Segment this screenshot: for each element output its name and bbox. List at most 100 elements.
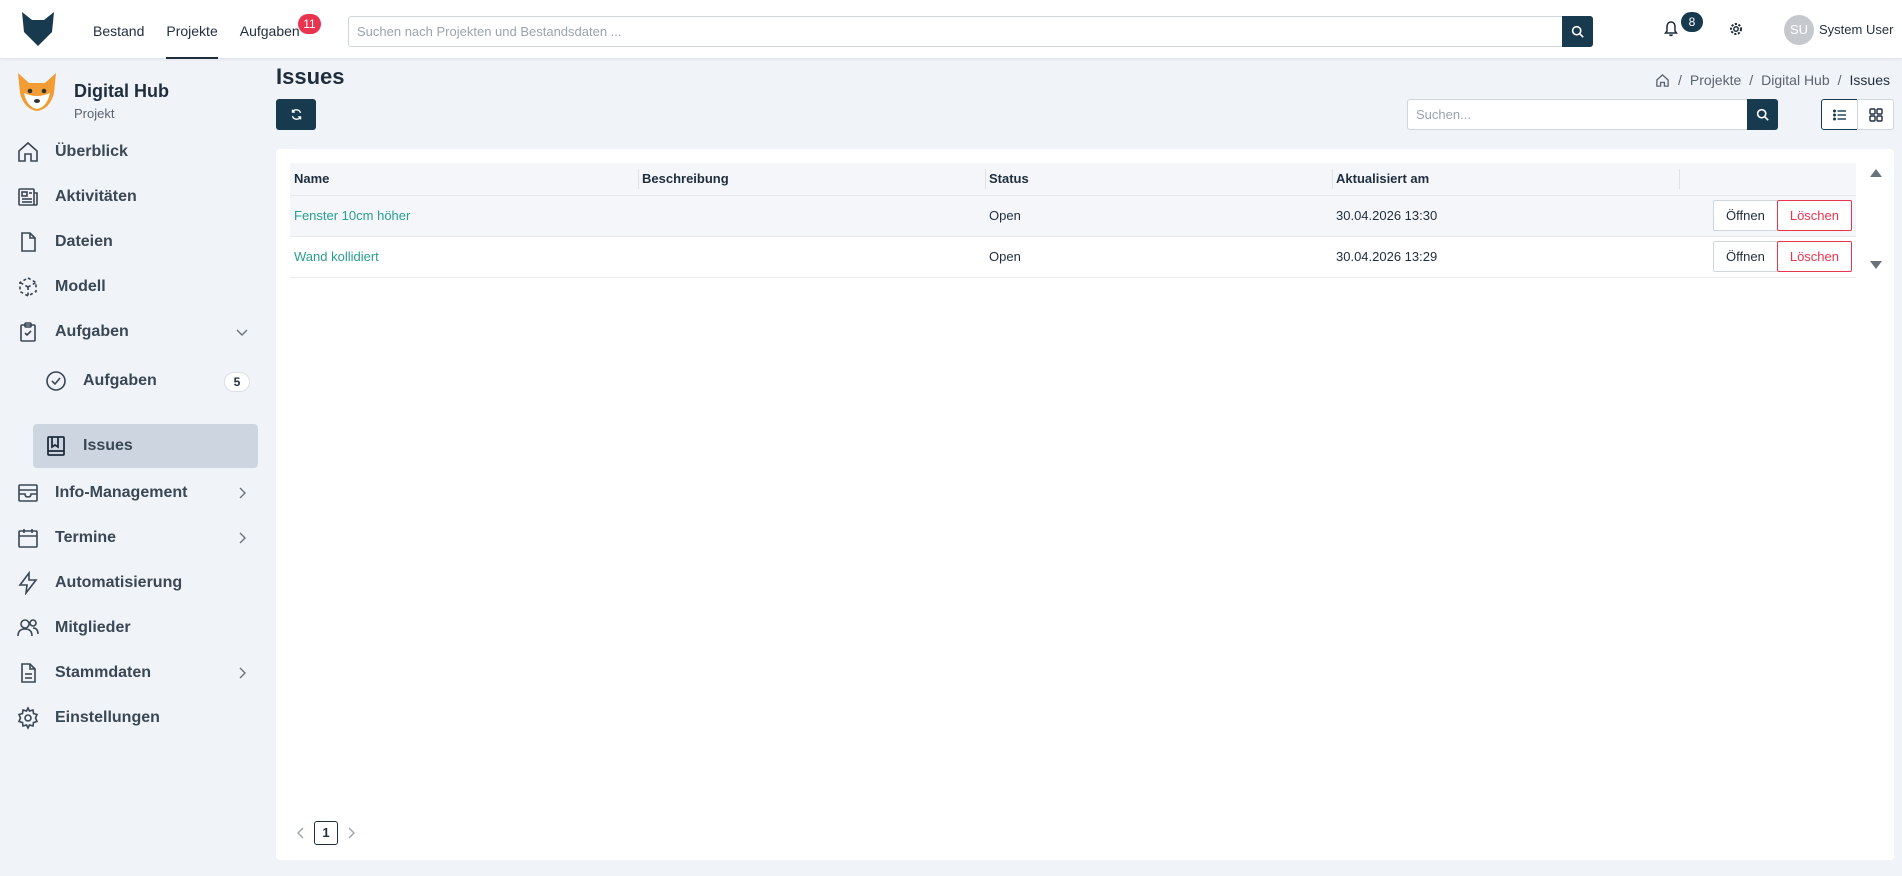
cube-icon bbox=[19, 277, 37, 297]
sidebar-item-einstellungen[interactable]: Einstellungen bbox=[14, 698, 258, 738]
sidebar-item-dateien[interactable]: Dateien bbox=[14, 222, 258, 262]
sidebar-item-label: Überblick bbox=[55, 143, 128, 160]
row-actions: Öffnen Löschen bbox=[1679, 195, 1856, 237]
gear-icon bbox=[17, 706, 39, 730]
chevron-left-icon bbox=[297, 827, 304, 839]
user-name[interactable]: System User bbox=[1819, 22, 1893, 37]
issue-status: Open bbox=[985, 195, 1332, 237]
notifications-count-badge: 8 bbox=[1681, 12, 1703, 32]
column-header-status[interactable]: Status bbox=[985, 163, 1332, 196]
refresh-icon bbox=[291, 109, 301, 120]
sidebar-item-aufgaben-group[interactable]: Aufgaben bbox=[14, 312, 258, 352]
breadcrumb-separator: / bbox=[1678, 72, 1682, 88]
home-icon[interactable] bbox=[1655, 73, 1670, 88]
issue-status: Open bbox=[985, 236, 1332, 278]
sidebar-item-label: Modell bbox=[55, 278, 106, 295]
project-header: Digital Hub Projekt bbox=[14, 69, 254, 121]
global-search bbox=[348, 16, 1593, 47]
chevron-down-icon[interactable] bbox=[234, 324, 250, 340]
sidebar-item-label: Mitglieder bbox=[55, 619, 131, 636]
sidebar-item-info-management[interactable]: Info-Management bbox=[14, 473, 258, 513]
sidebar-item-label: Aktivitäten bbox=[55, 188, 137, 205]
issue-description bbox=[638, 236, 985, 278]
issue-updated: 30.04.2026 13:29 bbox=[1332, 236, 1679, 278]
breadcrumb-digital-hub[interactable]: Digital Hub bbox=[1761, 72, 1829, 88]
row-actions: Öffnen Löschen bbox=[1679, 236, 1856, 278]
column-header-aktualisiert[interactable]: Aktualisiert am bbox=[1332, 163, 1679, 196]
sidebar-item-label: Dateien bbox=[55, 233, 113, 250]
delete-button[interactable]: Löschen bbox=[1776, 200, 1852, 231]
home-icon bbox=[18, 141, 38, 162]
bell-icon[interactable] bbox=[1662, 20, 1680, 38]
open-button[interactable]: Öffnen bbox=[1713, 200, 1778, 231]
top-navigation: Bestand Projekte Aufgaben 11 bbox=[82, 0, 321, 59]
sidebar-subitem-aufgaben[interactable]: Aufgaben 5 bbox=[42, 361, 260, 401]
sidebar-item-label: Aufgaben bbox=[83, 372, 157, 389]
check-circle-icon bbox=[46, 371, 66, 391]
list-icon bbox=[1832, 109, 1846, 120]
issue-description bbox=[638, 195, 985, 237]
user-avatar[interactable]: SU bbox=[1784, 15, 1814, 45]
issues-search-button[interactable] bbox=[1747, 99, 1778, 130]
tasks-count-badge-sidebar: 5 bbox=[224, 372, 250, 392]
issues-table: Name Beschreibung Status Aktualisiert am… bbox=[290, 163, 1856, 278]
sidebar-item-label: Automatisierung bbox=[55, 574, 183, 591]
table-row: Wand kollidiert Open 30.04.2026 13:29 Öf… bbox=[290, 236, 1856, 278]
sidebar-item-termine[interactable]: Termine bbox=[14, 518, 258, 558]
sidebar-item-modell[interactable]: Modell bbox=[14, 267, 258, 307]
search-icon bbox=[1571, 25, 1584, 38]
breadcrumb: / Projekte / Digital Hub / Issues bbox=[1655, 72, 1890, 88]
issue-name-link[interactable]: Wand kollidiert bbox=[294, 249, 379, 264]
file-icon bbox=[21, 232, 36, 252]
refresh-button[interactable] bbox=[276, 99, 316, 130]
column-header-name[interactable]: Name bbox=[290, 163, 638, 196]
sidebar-item-label: Termine bbox=[55, 529, 117, 546]
issues-search bbox=[1407, 99, 1778, 130]
users-icon bbox=[17, 619, 39, 637]
sidebar-item-aktivitaeten[interactable]: Aktivitäten bbox=[14, 177, 258, 217]
sidebar-item-stammdaten[interactable]: Stammdaten bbox=[14, 653, 258, 693]
breadcrumb-separator: / bbox=[1749, 72, 1754, 88]
table-header-row: Name Beschreibung Status Aktualisiert am bbox=[290, 163, 1856, 196]
scroll-up-arrow[interactable] bbox=[1870, 169, 1882, 177]
column-header-actions bbox=[1679, 163, 1856, 196]
column-header-beschreibung[interactable]: Beschreibung bbox=[638, 163, 985, 196]
breadcrumb-issues: Issues bbox=[1849, 72, 1890, 88]
table-row: Fenster 10cm höher Open 30.04.2026 13:30… bbox=[290, 195, 1856, 237]
sidebar-item-label: Aufgaben bbox=[55, 323, 129, 340]
global-search-input[interactable] bbox=[349, 17, 1562, 46]
project-name: Digital Hub bbox=[74, 81, 169, 101]
chevron-right-icon[interactable] bbox=[234, 530, 250, 546]
open-button[interactable]: Öffnen bbox=[1713, 241, 1778, 272]
clipboard-check-icon bbox=[20, 322, 36, 342]
app-logo-icon[interactable] bbox=[18, 8, 58, 48]
issue-name-link[interactable]: Fenster 10cm höher bbox=[294, 208, 410, 223]
settings-gear-icon[interactable] bbox=[1727, 20, 1745, 38]
topnav-bestand[interactable]: Bestand bbox=[82, 0, 155, 59]
sidebar-item-automatisierung[interactable]: Automatisierung bbox=[14, 563, 258, 603]
calendar-icon bbox=[18, 529, 38, 548]
chevron-right-icon[interactable] bbox=[234, 485, 250, 501]
topnav-projekte[interactable]: Projekte bbox=[155, 0, 228, 59]
sidebar-item-ueberblick[interactable]: Überblick bbox=[14, 132, 258, 172]
chevron-right-icon[interactable] bbox=[234, 665, 250, 681]
global-search-button[interactable] bbox=[1562, 16, 1593, 47]
issue-updated: 30.04.2026 13:30 bbox=[1332, 195, 1679, 237]
breadcrumb-projekte[interactable]: Projekte bbox=[1690, 72, 1741, 88]
list-view-button[interactable] bbox=[1821, 99, 1858, 130]
issues-card: Name Beschreibung Status Aktualisiert am… bbox=[276, 149, 1894, 860]
sidebar-subitem-issues[interactable]: Issues bbox=[33, 424, 258, 468]
grid-view-button[interactable] bbox=[1857, 99, 1894, 130]
topnav-aufgaben[interactable]: Aufgaben 11 bbox=[229, 0, 321, 59]
book-icon bbox=[47, 436, 65, 456]
previous-page-button[interactable] bbox=[294, 826, 308, 840]
sidebar-item-mitglieder[interactable]: Mitglieder bbox=[14, 608, 258, 648]
scroll-down-arrow[interactable] bbox=[1870, 261, 1882, 269]
sidebar: Digital Hub Projekt Überblick Aktivitäte… bbox=[0, 59, 262, 876]
delete-button[interactable]: Löschen bbox=[1776, 241, 1852, 272]
project-type: Projekt bbox=[74, 106, 115, 121]
issues-search-input[interactable] bbox=[1408, 100, 1747, 129]
page-number-current[interactable]: 1 bbox=[314, 821, 338, 845]
next-page-button[interactable] bbox=[344, 826, 358, 840]
newspaper-icon bbox=[18, 188, 38, 206]
